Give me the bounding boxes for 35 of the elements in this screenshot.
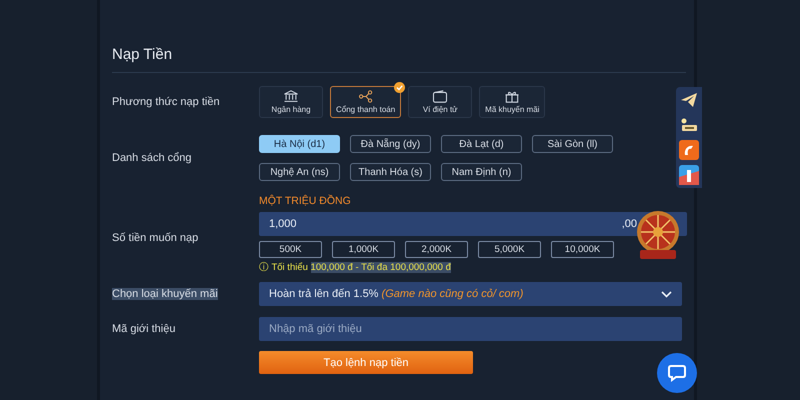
gate-option[interactable]: Đà Lạt (d): [441, 135, 522, 153]
amount-chip[interactable]: 5,000K: [478, 241, 541, 258]
amount-chip[interactable]: 10,000K: [551, 241, 614, 258]
field-label: Số tiền muốn nạp: [112, 232, 200, 244]
bank-icon: [282, 90, 300, 103]
amount-limit-hint: ⓘ Tối thiểu 100,000 đ - Tối đa 100,000,000 đ: [259, 261, 452, 274]
share-nodes-icon: [356, 90, 375, 103]
promotion-select[interactable]: Hoàn trả lên đến 1.5% (Game nào cũng có cỏ/ com): [259, 282, 682, 306]
amount-chip[interactable]: 1,000K: [332, 241, 395, 258]
field-label: Mã giới thiệu: [112, 323, 176, 335]
gate-option[interactable]: Nam Định (n): [441, 163, 522, 181]
payment-method-tab[interactable]: Ngân hàng: [259, 86, 323, 118]
amount-chip[interactable]: 2,000K: [405, 241, 468, 258]
chat-bubble-icon: [667, 363, 687, 383]
app-icon[interactable]: [679, 140, 699, 160]
amount-field[interactable]: 1,000 ,00: [259, 212, 687, 236]
gate-option[interactable]: Đà Nẵng (dy): [350, 135, 431, 153]
wallet-icon: [431, 90, 450, 103]
field-label: Phương thức nạp tiền: [112, 96, 221, 108]
payment-method-tab[interactable]: Mã khuyến mãi: [479, 86, 546, 118]
gate-option[interactable]: Hà Nội (d1): [259, 135, 340, 153]
check-badge-icon: [394, 82, 406, 93]
payment-method-tab[interactable]: Ví điện tử: [408, 86, 472, 118]
chevron-down-icon: [661, 290, 672, 298]
gate-option[interactable]: Nghệ An (ns): [259, 163, 340, 181]
gate-option[interactable]: Sài Gòn (ll): [532, 135, 613, 153]
amount-in-words: MỘT TRIỆU ĐỒNG: [259, 195, 352, 207]
gift-icon: [503, 90, 522, 103]
referral-code-field[interactable]: Nhập mã giới thiệu: [259, 317, 682, 341]
amount-chip[interactable]: 500K: [259, 241, 322, 258]
field-label: Chọn loại khuyến mãi: [112, 288, 218, 300]
field-label: Danh sách cổng: [112, 152, 192, 164]
app-icon[interactable]: [679, 165, 699, 185]
panel-title: Nạp Tiền: [112, 46, 686, 73]
gate-option[interactable]: Thanh Hóa (s): [350, 163, 431, 181]
